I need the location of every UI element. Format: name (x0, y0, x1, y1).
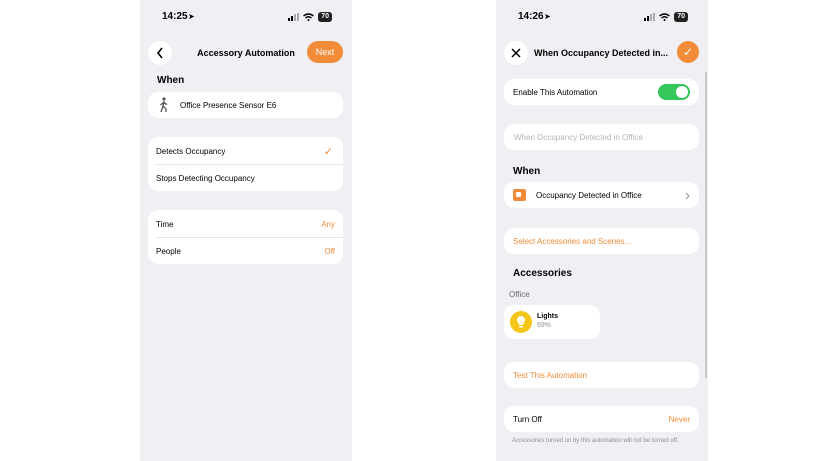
back-button[interactable] (148, 41, 172, 65)
condition-value: Any (321, 220, 335, 229)
status-bar: 14:26 ➤ 70 (496, 10, 708, 24)
when-heading: When (513, 166, 541, 177)
trigger-label: Occupancy Detected in Office (536, 191, 642, 200)
nav-title: Accessory Automation (197, 48, 295, 58)
accessory-automation-screen: 14:25 ➤ 70 Accessory Automation Next Whe… (140, 0, 352, 461)
checkmark-icon: ✓ (323, 146, 333, 158)
accessory-tile-lights[interactable]: Lights 69% (504, 305, 600, 339)
signal-icon (288, 13, 300, 21)
sensor-tile-icon (513, 189, 526, 201)
walking-person-icon (160, 97, 168, 113)
trigger-row[interactable]: Occupancy Detected in Office (504, 182, 699, 208)
chevron-right-icon (685, 192, 690, 200)
condition-time-row[interactable]: Time Any (156, 220, 335, 229)
footnote: Accessories turned on by this automation… (512, 438, 679, 444)
turn-off-row[interactable]: Turn Off Never (504, 406, 699, 432)
automation-name-field[interactable]: When Occupancy Detected in Office (504, 124, 699, 150)
location-arrow-icon: ➤ (544, 12, 551, 21)
condition-label: People (156, 247, 181, 256)
enable-label: Enable This Automation (513, 88, 598, 97)
back-chevron-icon (156, 47, 163, 59)
next-button[interactable]: Next (307, 41, 343, 63)
location-arrow-icon: ➤ (188, 12, 195, 21)
sensor-name: Office Presence Sensor E6 (180, 101, 277, 110)
option-stops-detecting[interactable]: Stops Detecting Occupancy (156, 174, 335, 183)
close-button[interactable] (504, 41, 528, 65)
conditions-card: Time Any People Off (148, 210, 343, 264)
done-button[interactable]: ✓ (677, 41, 699, 63)
battery-icon: 70 (318, 12, 332, 22)
scrollbar[interactable] (705, 72, 707, 378)
enable-toggle[interactable] (658, 84, 690, 100)
turn-off-value: Never (668, 415, 690, 424)
lightbulb-icon (510, 311, 532, 333)
accessory-state: 69% (537, 322, 552, 329)
battery-icon: 70 (674, 12, 688, 22)
wifi-icon (659, 13, 671, 21)
status-bar: 14:25 ➤ 70 (140, 10, 352, 24)
when-heading: When (157, 75, 185, 86)
turn-off-label: Turn Off (513, 415, 542, 424)
test-label: Test This Automation (513, 371, 588, 380)
option-detects-occupancy[interactable]: Detects Occupancy ✓ (156, 146, 335, 158)
select-label: Select Accessories and Scenes... (513, 237, 632, 246)
close-icon (511, 48, 521, 58)
accessories-heading: Accessories (513, 268, 572, 279)
condition-value: Off (324, 247, 335, 256)
condition-people-row[interactable]: People Off (156, 247, 335, 256)
sensor-card[interactable]: Office Presence Sensor E6 (148, 92, 343, 118)
automation-detail-screen: 14:26 ➤ 70 When Occupancy Detected in...… (496, 0, 708, 461)
signal-icon (644, 13, 656, 21)
enable-card: Enable This Automation (504, 79, 699, 105)
status-time: 14:26 (518, 11, 544, 22)
nav-title: When Occupancy Detected in... (534, 48, 669, 58)
option-label: Stops Detecting Occupancy (156, 174, 255, 183)
status-time: 14:25 (162, 11, 188, 22)
test-automation-button[interactable]: Test This Automation (504, 362, 699, 388)
wifi-icon (303, 13, 315, 21)
accessory-name: Lights (537, 313, 558, 320)
checkmark-icon: ✓ (682, 45, 694, 59)
name-placeholder: When Occupancy Detected in Office (514, 133, 643, 142)
option-label: Detects Occupancy (156, 147, 226, 156)
condition-label: Time (156, 220, 174, 229)
select-accessories-button[interactable]: Select Accessories and Scenes... (504, 228, 699, 254)
room-label: Office (509, 290, 530, 299)
occupancy-options-card: Detects Occupancy ✓ Stops Detecting Occu… (148, 137, 343, 191)
